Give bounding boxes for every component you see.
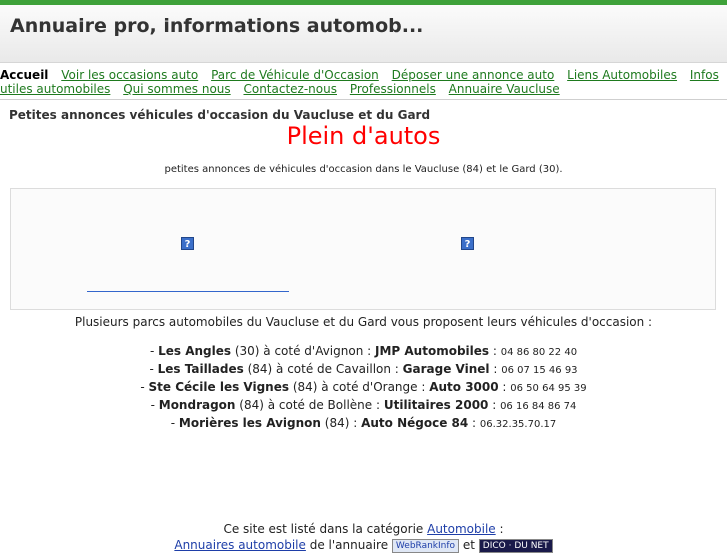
page-heading: Petites annonces véhicules d'occasion du… (9, 108, 431, 122)
nav-qui-sommes-nous[interactable]: Qui sommes nous (123, 82, 230, 96)
footer-text: et (459, 538, 479, 552)
brand-title: Plein d'autos (286, 122, 441, 150)
park-phone: 06.32.35.70.17 (479, 419, 557, 430)
intro-text: Plusieurs parcs automobiles du Vaucluse … (74, 315, 653, 329)
list-bullet: - (170, 416, 179, 430)
nav-divider (0, 99, 727, 100)
park-location: (84) : (320, 416, 362, 430)
footer-directory: Annuaires automobile de l'annuaire WebRa… (0, 538, 727, 553)
park-garage: JMP Automobiles (375, 344, 490, 358)
list-item: - Morières les Avignon (84) : Auto Négoc… (0, 415, 727, 433)
ad-link-underline[interactable] (87, 291, 289, 292)
nav-row-2: utiles automobiles Qui sommes nous Conta… (0, 82, 569, 96)
nav-professionnels[interactable]: Professionnels (350, 82, 436, 96)
park-sep: : (489, 344, 501, 358)
footer-text: de l'annuaire (305, 538, 392, 552)
park-phone: 06 16 84 86 74 (500, 401, 577, 412)
nav-contactez-nous[interactable]: Contactez-nous (243, 82, 337, 96)
list-bullet: - (140, 380, 149, 394)
park-sep: : (488, 398, 501, 412)
list-bullet: - (150, 398, 159, 412)
nav-annuaire-vaucluse[interactable]: Annuaire Vaucluse (449, 82, 560, 96)
parks-list: - Les Angles (30) à coté d'Avignon : JMP… (0, 343, 727, 433)
list-item: - Les Angles (30) à coté d'Avignon : JMP… (0, 343, 727, 361)
footer-annuaires-link[interactable]: Annuaires automobile (174, 538, 306, 552)
park-phone: 06 50 64 95 39 (510, 383, 587, 394)
site-title: Annuaire pro, informations automob... (10, 15, 424, 37)
broken-image-icon[interactable]: ? (461, 237, 474, 250)
ad-banner-box: ? ? (10, 188, 716, 310)
park-town: Ste Cécile les Vignes (148, 380, 290, 394)
footer-category-link[interactable]: Automobile (427, 522, 496, 536)
nav-accueil[interactable]: Accueil (0, 68, 48, 82)
list-item: - Mondragon (84) à coté de Bollène : Uti… (0, 397, 727, 415)
park-location: (84) à coté d'Orange : (289, 380, 430, 394)
list-item: - Ste Cécile les Vignes (84) à coté d'Or… (0, 379, 727, 397)
park-garage: Auto 3000 (429, 380, 499, 394)
park-location: (30) à coté d'Avignon : (231, 344, 375, 358)
site-header: Annuaire pro, informations automob... (0, 5, 727, 63)
nav-deposer-annonce[interactable]: Déposer une annonce auto (392, 68, 555, 82)
nav-liens-automobiles[interactable]: Liens Automobiles (567, 68, 677, 82)
list-item: - Les Taillades (84) à coté de Cavaillon… (0, 361, 727, 379)
nav-infos-utiles[interactable]: utiles automobiles (0, 82, 110, 96)
main-nav: Accueil Voir les occasions auto Parc de … (0, 67, 727, 97)
park-sep: : (468, 416, 480, 430)
broken-image-icon[interactable]: ? (181, 237, 194, 250)
park-phone: 04 86 80 22 40 (500, 347, 578, 358)
park-garage: Auto Négoce 84 (361, 416, 469, 430)
park-phone: 06 07 15 46 93 (501, 365, 578, 376)
park-sep: : (489, 362, 502, 376)
nav-infos[interactable]: Infos (690, 68, 719, 82)
dico-du-net-badge[interactable]: DICO · DU NET (478, 538, 553, 553)
park-town: Les Angles (158, 344, 232, 358)
park-garage: Utilitaires 2000 (383, 398, 489, 412)
nav-parc-vehicule[interactable]: Parc de Véhicule d'Occasion (211, 68, 379, 82)
park-location: (84) à coté de Cavaillon : (243, 362, 403, 376)
list-bullet: - (149, 344, 159, 358)
park-town: Les Taillades (157, 362, 244, 376)
nav-voir-occasions[interactable]: Voir les occasions auto (61, 68, 198, 82)
park-location: (84) à coté de Bollène : (235, 398, 384, 412)
footer-category: Ce site est listé dans la catégorie Auto… (0, 522, 727, 536)
park-sep: : (498, 380, 511, 394)
webrankinfo-badge[interactable]: WebRankInfo (391, 538, 460, 553)
park-town: Mondragon (158, 398, 236, 412)
footer-text: Ce site est listé dans la catégorie (223, 522, 428, 536)
park-garage: Garage Vinel (402, 362, 490, 376)
footer-text-end: : (495, 522, 504, 536)
tagline: petites annonces de véhicules d'occasion… (164, 164, 563, 175)
nav-row-1: Accueil Voir les occasions auto Parc de … (0, 68, 727, 82)
park-town: Morières les Avignon (178, 416, 321, 430)
list-bullet: - (149, 362, 158, 376)
